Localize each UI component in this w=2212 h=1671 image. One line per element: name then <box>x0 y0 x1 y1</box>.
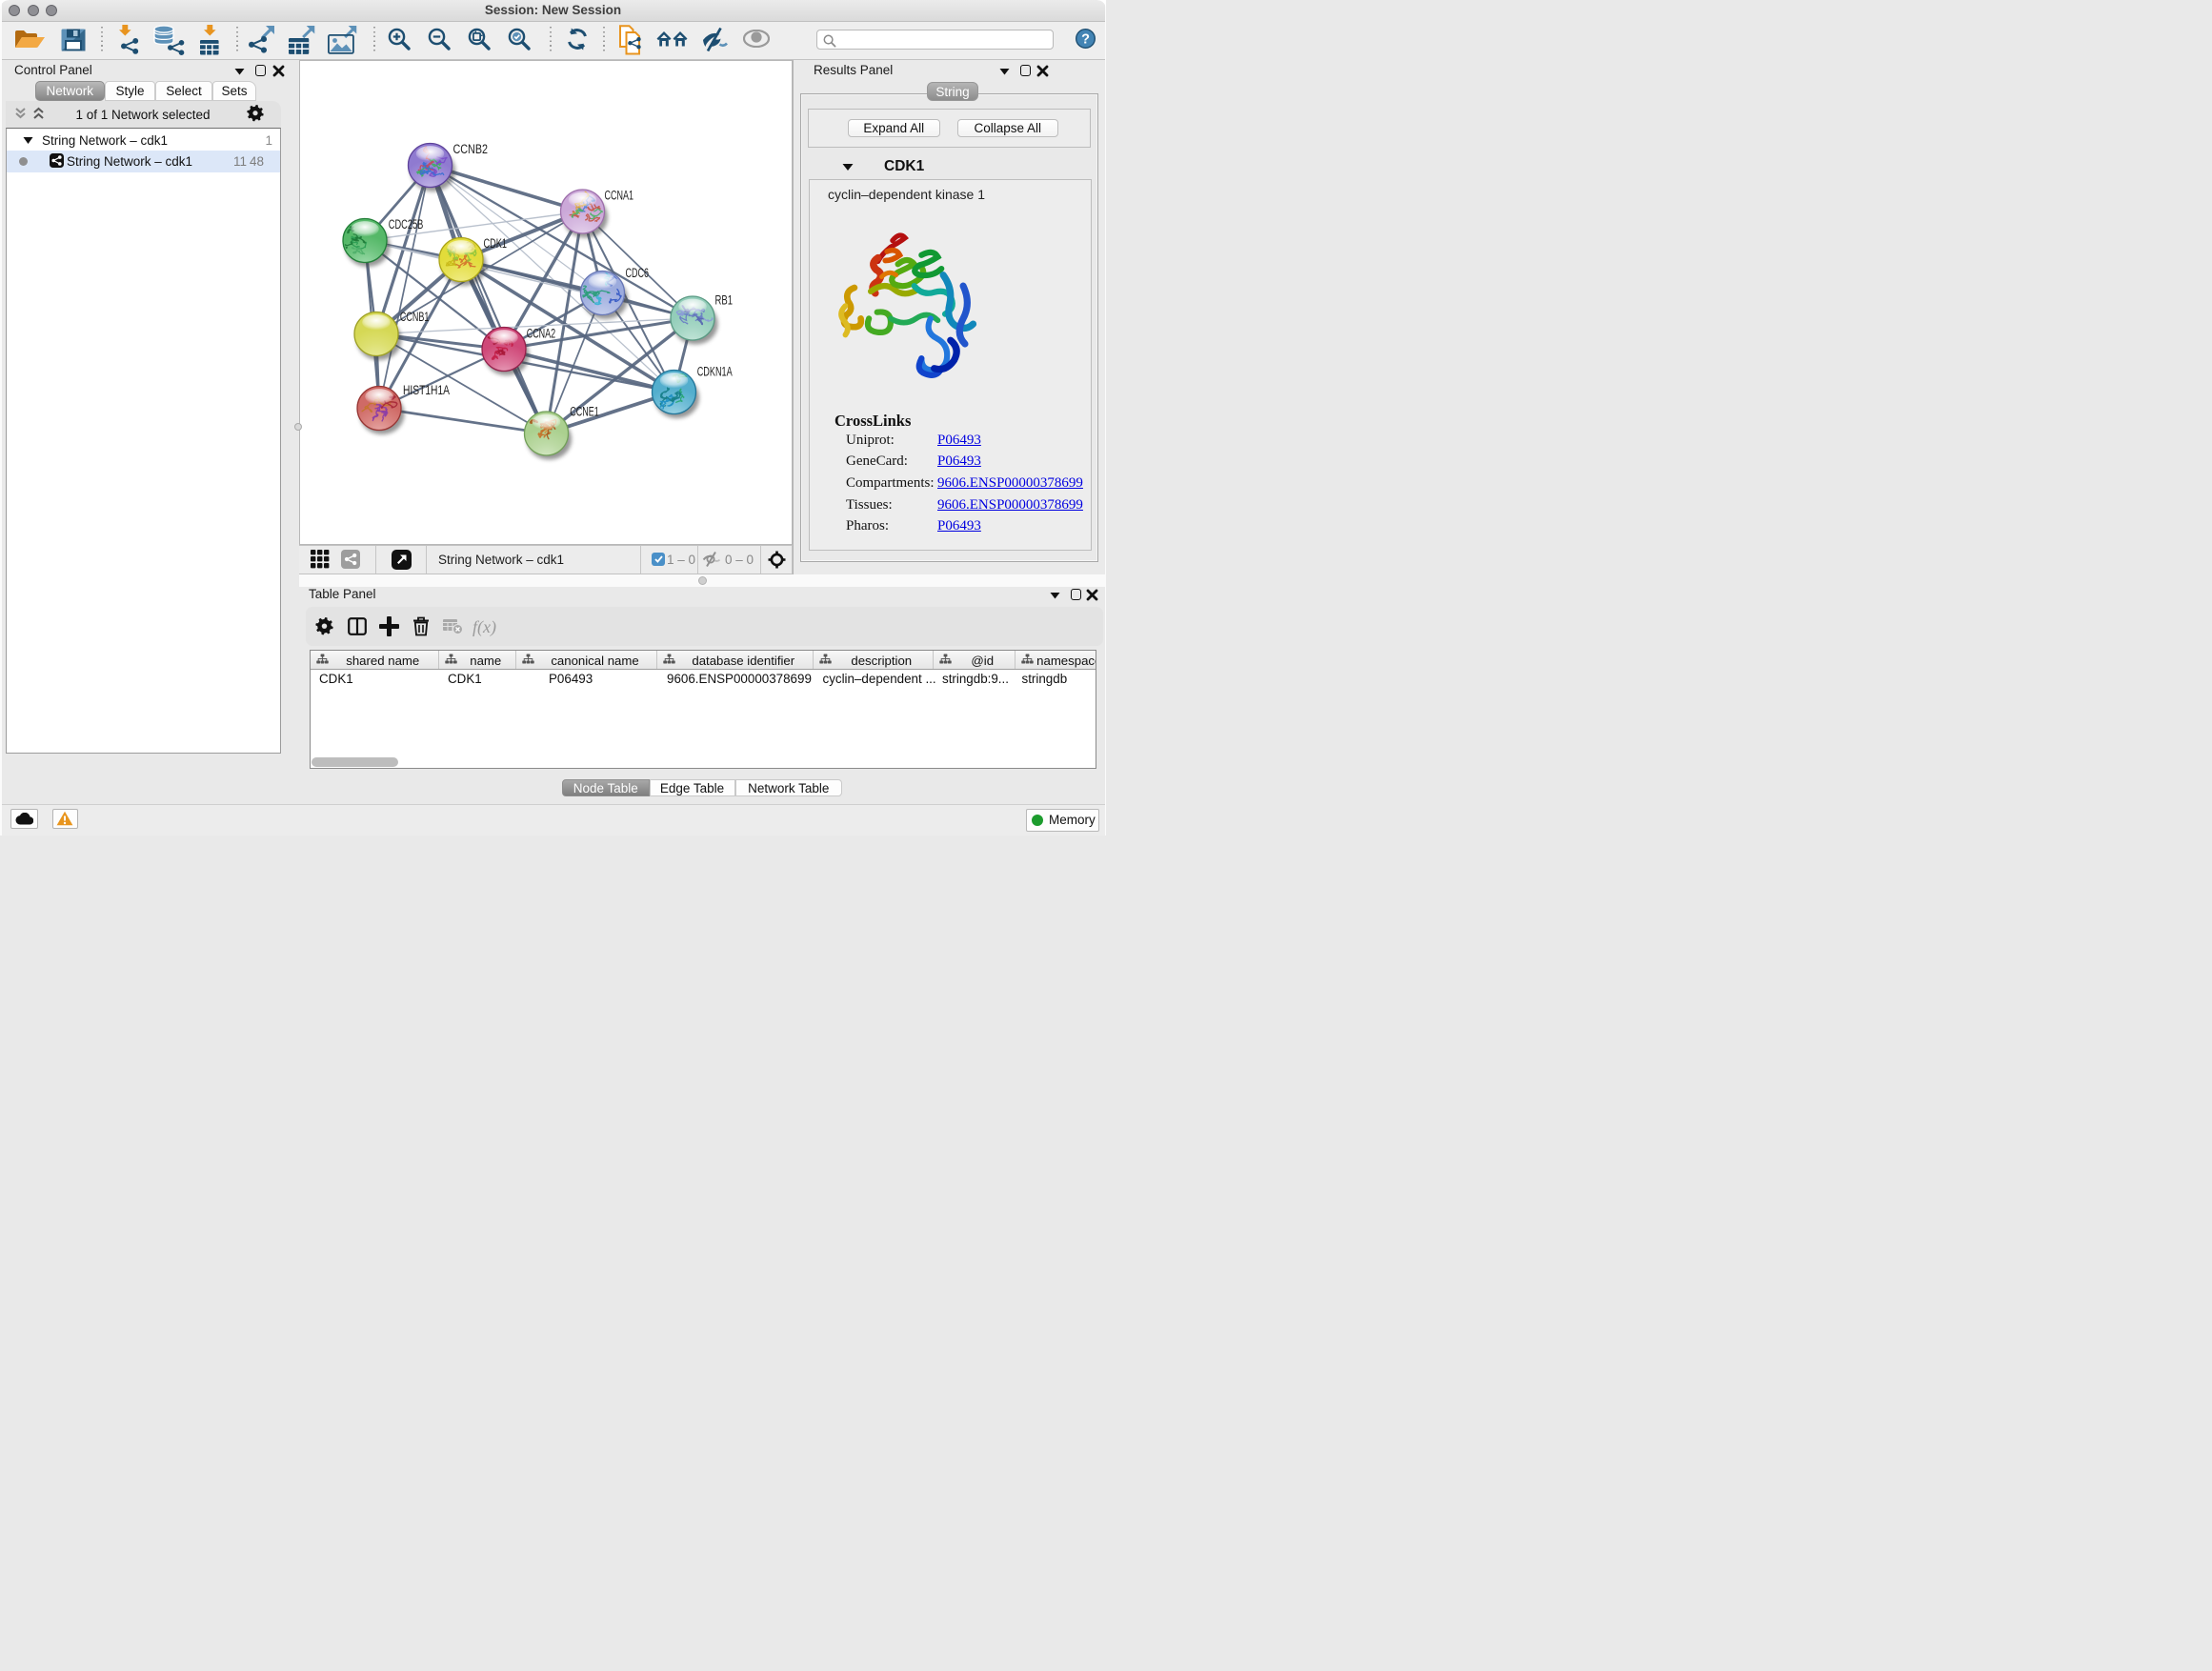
svg-text:CCNB2: CCNB2 <box>453 142 489 156</box>
svg-text:?: ? <box>1081 32 1090 48</box>
svg-text:CCNB1: CCNB1 <box>400 310 430 324</box>
svg-text:HIST1H1A: HIST1H1A <box>403 383 450 397</box>
svg-text:CDKN1A: CDKN1A <box>697 365 733 379</box>
svg-text:CDC25B: CDC25B <box>389 217 424 232</box>
svg-text:RB1: RB1 <box>715 293 734 308</box>
svg-text:CDK1: CDK1 <box>484 236 508 251</box>
svg-text:CCNA2: CCNA2 <box>527 326 556 340</box>
svg-text:CCNE1: CCNE1 <box>570 405 599 419</box>
svg-text:CDC6: CDC6 <box>626 266 650 280</box>
svg-text:CCNA1: CCNA1 <box>605 189 634 203</box>
